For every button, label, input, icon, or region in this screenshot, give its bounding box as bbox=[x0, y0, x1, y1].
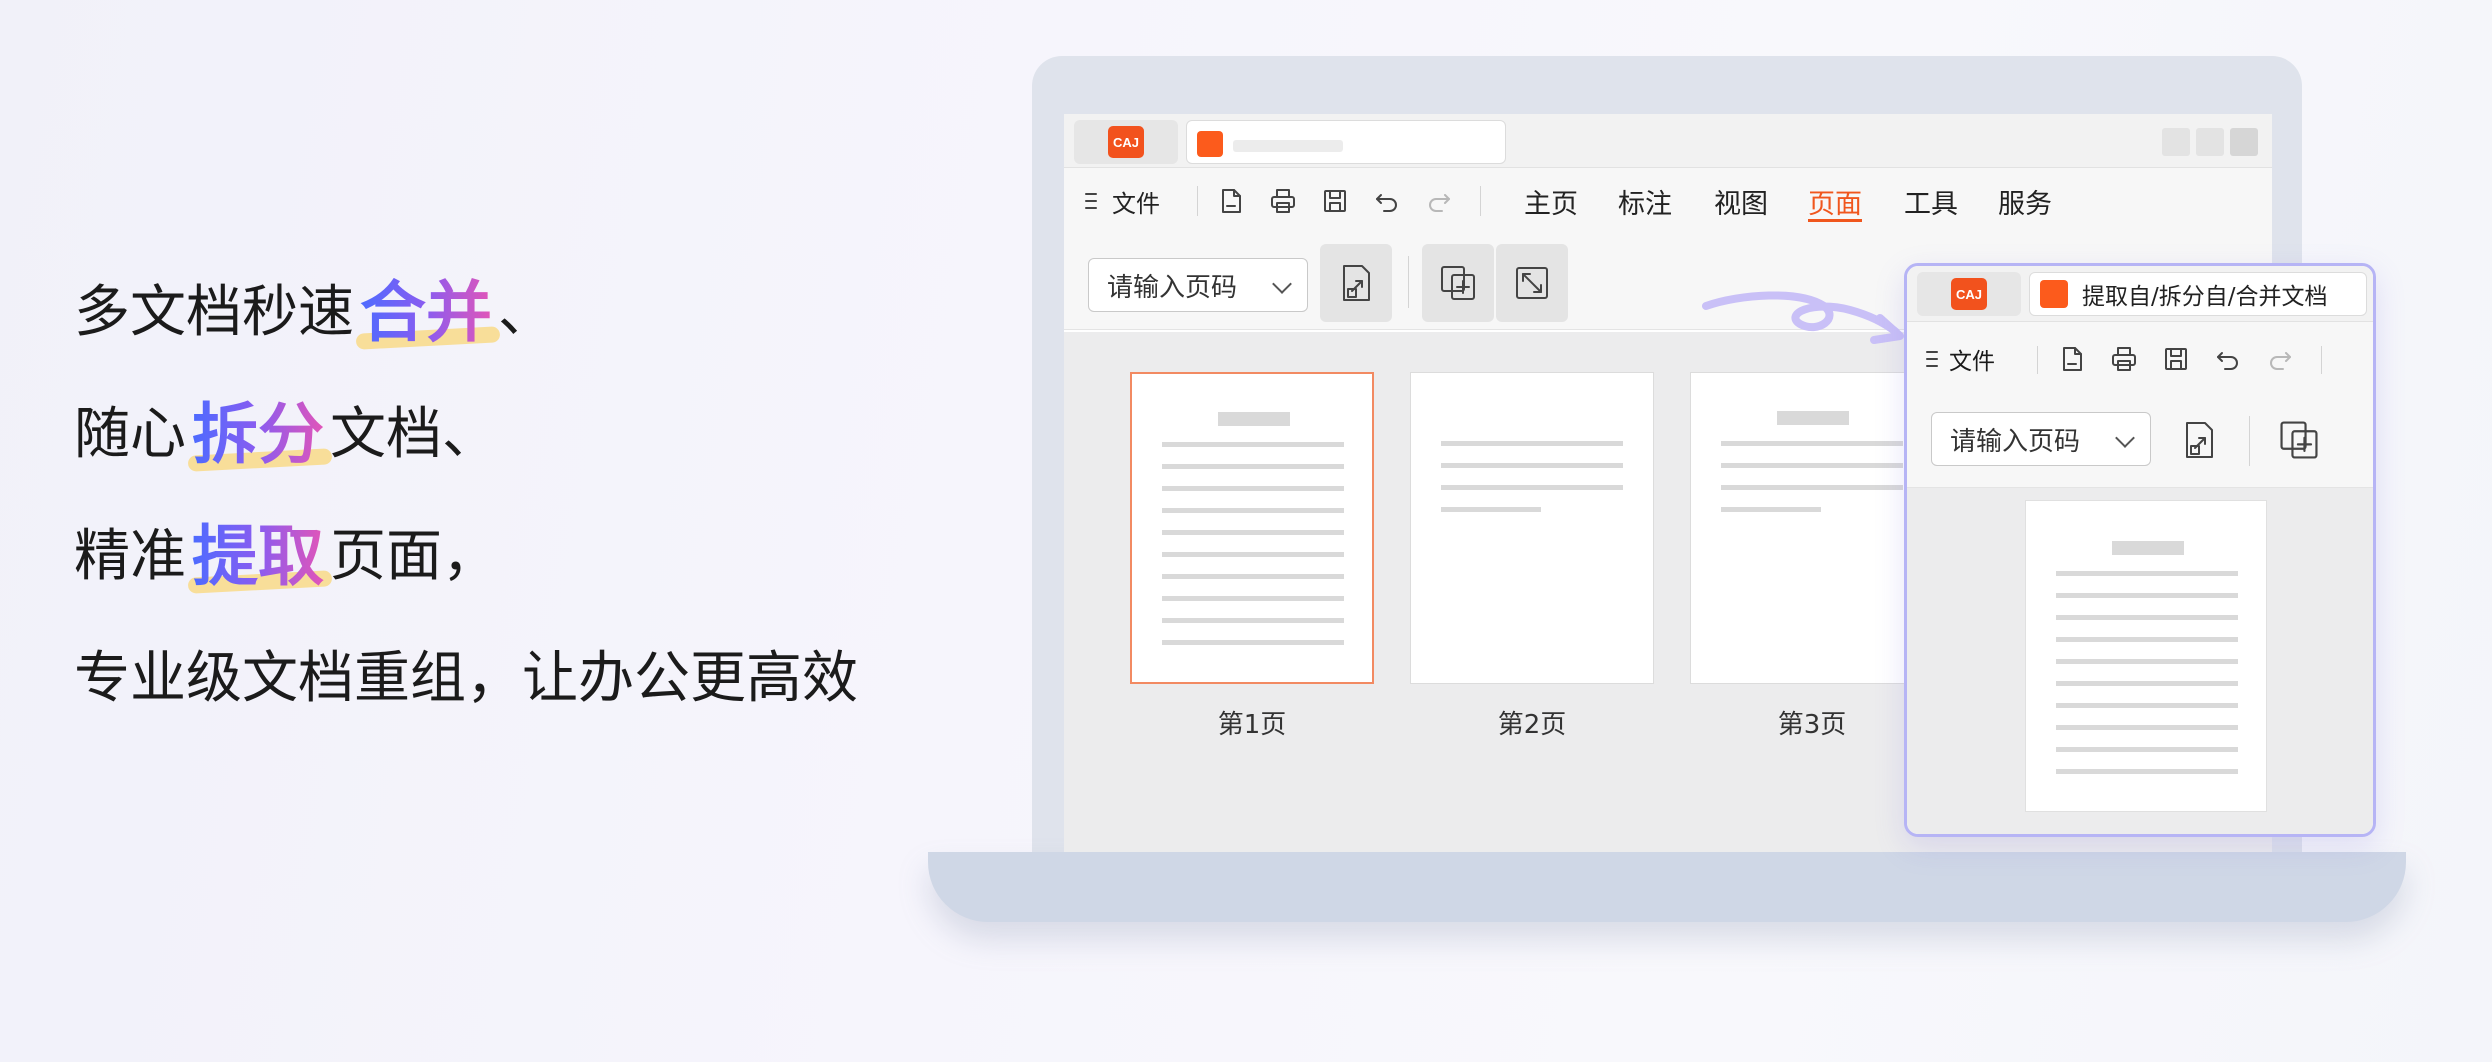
save-icon[interactable] bbox=[1320, 186, 1350, 216]
popup-document-tab[interactable]: 提取自/拆分自/合并文档 bbox=[2029, 272, 2367, 316]
popup-file-menu-label: 文件 bbox=[1949, 349, 1995, 375]
file-menu-label: 文件 bbox=[1112, 189, 1160, 218]
extract-page-icon[interactable] bbox=[2177, 416, 2221, 464]
page-thumbnail[interactable] bbox=[2025, 500, 2267, 812]
divider bbox=[2037, 346, 2038, 374]
menu-view[interactable]: 视图 bbox=[1714, 168, 1768, 234]
extract-page-button[interactable] bbox=[1320, 244, 1392, 322]
divider bbox=[1480, 186, 1481, 216]
insert-page-button[interactable] bbox=[1422, 244, 1494, 322]
page-thumbnail-label: 第1页 bbox=[1217, 710, 1287, 740]
popup-document-tab-title: 提取自/拆分自/合并文档 bbox=[2082, 284, 2328, 310]
file-menu[interactable]: 文件 bbox=[1084, 168, 1160, 234]
page-thumbnail[interactable] bbox=[1130, 372, 1374, 684]
popup-file-menu[interactable]: 文件 bbox=[1925, 322, 1995, 396]
redo-icon[interactable] bbox=[2265, 344, 2295, 374]
page-number-placeholder: 请输入页码 bbox=[1107, 272, 1238, 303]
divider bbox=[2321, 346, 2322, 374]
redo-icon[interactable] bbox=[1424, 186, 1454, 216]
undo-icon[interactable] bbox=[2213, 344, 2243, 374]
popup-home-tab[interactable]: CAJ bbox=[1917, 272, 2021, 316]
headline-line-3: 精准 提取 页面， bbox=[74, 522, 858, 592]
page-thumbnail[interactable] bbox=[1690, 372, 1934, 684]
document-tab[interactable] bbox=[1186, 120, 1506, 164]
split-page-button[interactable] bbox=[1496, 244, 1568, 322]
menu-home[interactable]: 主页 bbox=[1524, 168, 1578, 234]
headline-text: 、 bbox=[498, 280, 554, 345]
popup-title-bar: CAJ 提取自/拆分自/合并文档 bbox=[1907, 266, 2373, 322]
menu-tools[interactable]: 工具 bbox=[1904, 168, 1958, 234]
page-thumbnail[interactable] bbox=[1410, 372, 1654, 684]
popup-toolbar: 请输入页码 bbox=[1907, 396, 2373, 488]
divider bbox=[2249, 416, 2250, 466]
popup-page-canvas bbox=[1907, 488, 2373, 834]
title-bar: CAJ bbox=[1064, 114, 2272, 168]
popup-page-number-input[interactable]: 请输入页码 bbox=[1931, 412, 2151, 466]
document-tab-title-placeholder bbox=[1233, 140, 1343, 152]
chevron-down-icon[interactable] bbox=[2115, 428, 2135, 448]
new-file-icon[interactable] bbox=[1216, 186, 1246, 216]
headline-line-4: 专业级文档重组，让办公更高效 bbox=[74, 646, 858, 711]
divider bbox=[1197, 186, 1198, 216]
menu-annotate[interactable]: 标注 bbox=[1618, 168, 1672, 234]
divider bbox=[1408, 256, 1409, 308]
headline-text: 精准 bbox=[74, 524, 186, 589]
headline-line-2: 随心 拆分 文档、 bbox=[74, 400, 858, 470]
document-icon bbox=[2040, 280, 2068, 308]
print-icon[interactable] bbox=[2109, 344, 2139, 374]
page-number-placeholder: 请输入页码 bbox=[1950, 426, 2081, 457]
close-button[interactable] bbox=[2230, 128, 2258, 156]
highlight-split: 拆分 bbox=[192, 396, 324, 473]
maximize-button[interactable] bbox=[2196, 128, 2224, 156]
headline-text: 随心 bbox=[74, 402, 186, 467]
extract-page-icon bbox=[1343, 265, 1370, 301]
menu-services[interactable]: 服务 bbox=[1998, 168, 2052, 234]
chevron-down-icon[interactable] bbox=[1272, 274, 1292, 294]
popup-menu-bar: 文件 bbox=[1907, 322, 2373, 396]
menu-bar: 文件 主页 标注 视图 页面 工具 服务 bbox=[1064, 168, 2272, 234]
undo-icon[interactable] bbox=[1372, 186, 1402, 216]
headline: 多文档秒速 合并 、 随心 拆分 文档、 精准 提取 页面， 专业级文档重组，让… bbox=[74, 278, 858, 714]
app-home-tab[interactable]: CAJ bbox=[1074, 120, 1178, 164]
new-file-icon[interactable] bbox=[2057, 344, 2087, 374]
menu-list-icon bbox=[1926, 351, 1938, 367]
headline-text: 多文档秒速 bbox=[74, 280, 354, 345]
headline-line-1: 多文档秒速 合并 、 bbox=[74, 278, 858, 348]
highlight-merge: 合并 bbox=[360, 274, 492, 351]
split-page-icon bbox=[1516, 267, 1548, 299]
merged-document-window: CAJ 提取自/拆分自/合并文档 文件 请输入页码 bbox=[1904, 263, 2376, 837]
laptop-base bbox=[928, 852, 2406, 922]
headline-text: 文档、 bbox=[330, 402, 498, 467]
caj-logo-icon: CAJ bbox=[1951, 278, 1987, 310]
highlight-extract: 提取 bbox=[192, 518, 324, 595]
document-icon bbox=[1197, 131, 1223, 157]
headline-text: 页面， bbox=[330, 524, 498, 589]
page-thumbnail-label: 第2页 bbox=[1497, 710, 1567, 740]
page-number-input[interactable]: 请输入页码 bbox=[1088, 258, 1308, 312]
minimize-button[interactable] bbox=[2162, 128, 2190, 156]
page-thumbnail-label: 第3页 bbox=[1777, 710, 1847, 740]
save-icon[interactable] bbox=[2161, 344, 2191, 374]
caj-logo-icon: CAJ bbox=[1108, 126, 1144, 158]
print-icon[interactable] bbox=[1268, 186, 1298, 216]
menu-list-icon bbox=[1085, 193, 1097, 209]
insert-page-icon bbox=[1441, 266, 1475, 300]
insert-page-icon[interactable] bbox=[2275, 416, 2323, 464]
menu-page[interactable]: 页面 bbox=[1808, 168, 1862, 234]
arrow-icon bbox=[1702, 291, 1904, 344]
